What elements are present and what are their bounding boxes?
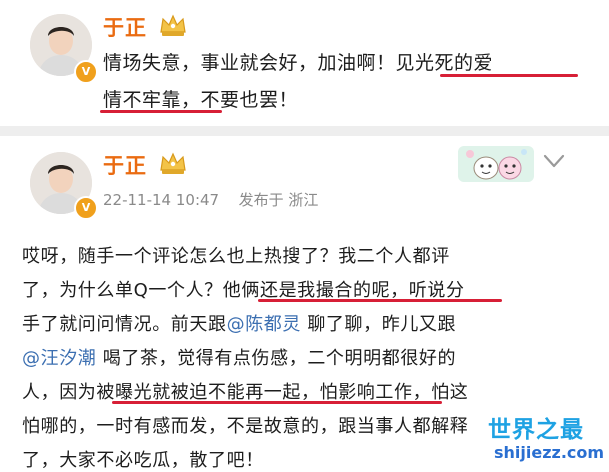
crown-icon (160, 14, 186, 36)
cartoon-sticker (458, 146, 534, 182)
post-meta: 22-11-14 10:47 发布于 浙江 (103, 189, 318, 210)
post-text-segment: 聊了聊，昨儿又跟 (301, 314, 457, 335)
highlight-underline (258, 299, 502, 302)
section-divider (0, 126, 609, 136)
highlight-underline (112, 401, 442, 404)
highlight-underline (440, 74, 578, 77)
post-text-segment: 手了就问问情况。前天跟 (22, 314, 227, 335)
verified-badge-icon: V (74, 196, 98, 220)
verified-badge-icon: V (74, 60, 98, 84)
highlight-underline (100, 110, 222, 113)
post-text-line: 哎呀，随手一个评论怎么也上热搜了？我二个人都评 (22, 246, 450, 267)
username[interactable]: 于正 (103, 150, 147, 180)
comment-line: 情不牢靠，不要也罢！ (103, 89, 299, 111)
watermark-url: shijiezz.com (494, 443, 605, 462)
chevron-down-icon[interactable] (543, 152, 565, 170)
username[interactable]: 于正 (103, 12, 147, 42)
post-timestamp: 22-11-14 10:47 (103, 191, 220, 209)
post-text-line: 怕哪的，一时有感而发，不是故意的，跟当事人都解释 (22, 416, 469, 437)
site-watermark: 世界之最 shijiezz.com (488, 410, 605, 468)
comment-line: 情场失意，事业就会好，加油啊！见光死的爱 (103, 52, 494, 74)
mention-link[interactable]: @汪汐潮 (22, 348, 96, 369)
post-location: 发布于 浙江 (238, 191, 319, 209)
top-comment-card: V 于正 情场失意，事业就会好，加油啊！见光死的爱 情不牢靠，不要也罢！ (0, 0, 609, 126)
post-text-line: 了，大家不必吃瓜，散了吧！ (22, 450, 264, 471)
post-text-line: 手了就问问情况。前天跟@陈都灵 聊了聊，昨儿又跟 (22, 310, 456, 336)
post-text-segment: 喝了茶，觉得有点伤感，二个明明都很好的 (96, 348, 457, 369)
watermark-title: 世界之最 (488, 417, 584, 443)
post-text-line: @汪汐潮 喝了茶，觉得有点伤感，二个明明都很好的 (22, 344, 456, 370)
mention-link[interactable]: @陈都灵 (227, 314, 301, 335)
crown-icon (160, 152, 186, 174)
